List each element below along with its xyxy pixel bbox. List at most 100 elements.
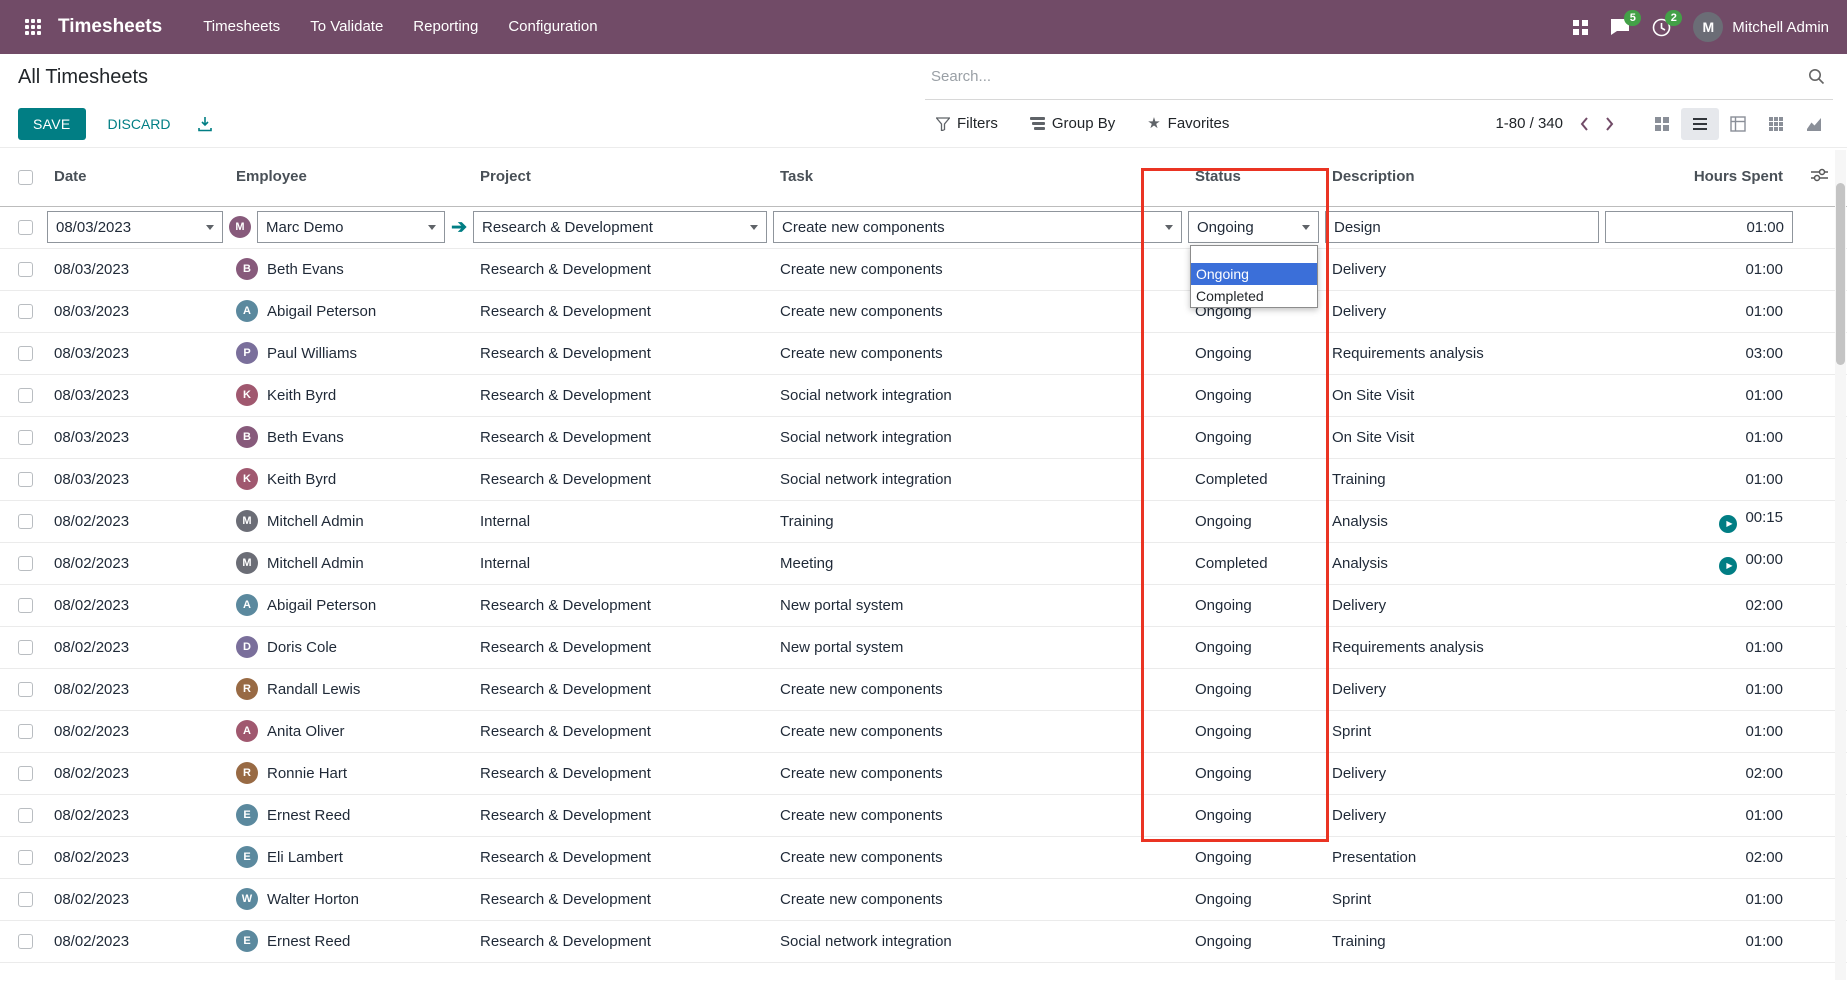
task-cell[interactable]: Create new components [770,668,1185,710]
table-row[interactable]: 08/02/2023WWalter HortonResearch & Devel… [0,878,1847,920]
user-menu[interactable]: M Mitchell Admin [1693,12,1829,42]
status-cell[interactable]: Ongoing [1185,668,1322,710]
employee-cell[interactable]: RRonnie Hart [226,752,470,794]
employee-input[interactable]: Marc Demo [257,211,445,243]
search-icon[interactable] [1808,68,1825,85]
export-button[interactable] [197,116,213,132]
row-checkbox[interactable] [18,766,33,781]
table-row[interactable]: 08/03/2023AAbigail PetersonResearch & De… [0,290,1847,332]
task-cell[interactable]: Create new components [770,290,1185,332]
table-row[interactable]: 08/02/2023MMitchell AdminInternalMeeting… [0,542,1847,584]
task-cell[interactable]: New portal system [770,626,1185,668]
project-cell[interactable]: Internal [470,542,770,584]
row-checkbox[interactable] [18,640,33,655]
project-cell[interactable]: Research & Development [470,332,770,374]
table-row[interactable]: 08/03/2023PPaul WilliamsResearch & Devel… [0,332,1847,374]
project-cell[interactable]: Research & Development [470,920,770,962]
row-checkbox[interactable] [18,220,33,235]
description-cell[interactable]: Delivery [1322,290,1602,332]
project-cell[interactable]: Research & Development [470,458,770,500]
date-cell[interactable]: 08/02/2023 [44,626,226,668]
hours-cell[interactable]: 02:00 [1602,584,1807,626]
table-row[interactable]: 08/02/2023AAbigail PetersonResearch & De… [0,584,1847,626]
project-cell[interactable]: Research & Development [470,794,770,836]
timer-play-button[interactable]: ▶ [1719,515,1737,533]
hours-cell[interactable]: 01:00 [1602,458,1807,500]
employee-cell[interactable]: MMitchell Admin [226,500,470,542]
group-by-button[interactable]: Group By [1030,115,1115,132]
scrollbar[interactable] [1835,150,1846,980]
description-input[interactable]: Design [1325,211,1599,243]
employee-cell[interactable]: KKeith Byrd [226,374,470,416]
date-cell[interactable]: 08/03/2023 [44,458,226,500]
menu-item-reporting[interactable]: Reporting [398,0,493,54]
description-cell[interactable]: Requirements analysis [1322,332,1602,374]
pivot-view-button[interactable] [1719,108,1757,140]
employee-cell[interactable]: BBeth Evans [226,416,470,458]
status-cell[interactable]: Ongoing [1185,332,1322,374]
project-cell[interactable]: Research & Development [470,584,770,626]
task-input[interactable]: Create new components [773,211,1182,243]
project-cell[interactable]: Research & Development [470,752,770,794]
scrollbar-thumb[interactable] [1836,183,1845,365]
hours-cell[interactable]: ▶00:00 [1602,542,1807,584]
hours-cell[interactable]: 02:00 [1602,752,1807,794]
row-checkbox[interactable] [18,430,33,445]
apps-menu-button[interactable] [18,10,48,44]
column-header-date[interactable]: Date [44,148,226,206]
date-cell[interactable]: 08/02/2023 [44,500,226,542]
hours-cell[interactable]: 01:00 [1602,878,1807,920]
project-input[interactable]: Research & Development [473,211,767,243]
row-checkbox[interactable] [18,892,33,907]
project-cell[interactable]: Research & Development [470,416,770,458]
graph-view-button[interactable] [1795,108,1833,140]
task-cell[interactable]: Create new components [770,836,1185,878]
select-all-checkbox[interactable] [18,170,33,185]
date-cell[interactable]: 08/03/2023 [44,416,226,458]
messages-button[interactable]: 5 [1610,18,1630,36]
date-cell[interactable]: 08/02/2023 [44,542,226,584]
row-checkbox[interactable] [18,556,33,571]
status-cell[interactable]: Ongoing [1185,794,1322,836]
date-cell[interactable]: 08/03/2023 [44,332,226,374]
table-row[interactable]: 08/02/2023AAnita OliverResearch & Develo… [0,710,1847,752]
description-cell[interactable]: Delivery [1322,584,1602,626]
row-checkbox[interactable] [18,388,33,403]
employee-cell[interactable]: AAbigail Peterson [226,290,470,332]
project-cell[interactable]: Internal [470,500,770,542]
task-cell[interactable]: Create new components [770,878,1185,920]
status-cell[interactable]: Ongoing [1185,626,1322,668]
column-header-employee[interactable]: Employee [226,148,470,206]
hours-cell[interactable]: 01:00 [1602,416,1807,458]
employee-cell[interactable]: RRandall Lewis [226,668,470,710]
description-cell[interactable]: Presentation [1322,836,1602,878]
favorites-button[interactable]: ★ Favorites [1147,115,1229,132]
task-cell[interactable]: Create new components [770,710,1185,752]
row-checkbox[interactable] [18,262,33,277]
column-header-project[interactable]: Project [470,148,770,206]
hours-cell[interactable]: 01:00 [1602,374,1807,416]
search-input[interactable] [931,68,1800,85]
menu-item-timesheets[interactable]: Timesheets [188,0,295,54]
description-cell[interactable]: Requirements analysis [1322,626,1602,668]
hours-cell[interactable]: ▶00:15 [1602,500,1807,542]
table-row[interactable]: 08/03/2023KKeith ByrdResearch & Developm… [0,458,1847,500]
task-cell[interactable]: Create new components [770,248,1185,290]
status-cell[interactable]: Ongoing [1185,920,1322,962]
pager-previous-button[interactable] [1579,116,1589,132]
pager-next-button[interactable] [1605,116,1615,132]
kanban-view-button[interactable] [1643,108,1681,140]
hours-cell[interactable]: 03:00 [1602,332,1807,374]
column-header-hours[interactable]: Hours Spent [1602,148,1807,206]
table-row[interactable]: 08/03/2023BBeth EvansResearch & Developm… [0,248,1847,290]
hours-cell[interactable]: 01:00 [1602,290,1807,332]
table-row-editing[interactable]: 08/03/2023 M Marc Demo ➔ Research & Deve… [0,206,1847,248]
table-row[interactable]: 08/02/2023EEli LambertResearch & Develop… [0,836,1847,878]
employee-cell[interactable]: BBeth Evans [226,248,470,290]
board-button[interactable] [1573,20,1588,35]
list-view-button[interactable] [1681,108,1719,140]
project-cell[interactable]: Research & Development [470,374,770,416]
description-cell[interactable]: Delivery [1322,752,1602,794]
date-cell[interactable]: 08/02/2023 [44,878,226,920]
employee-cell[interactable]: AAbigail Peterson [226,584,470,626]
